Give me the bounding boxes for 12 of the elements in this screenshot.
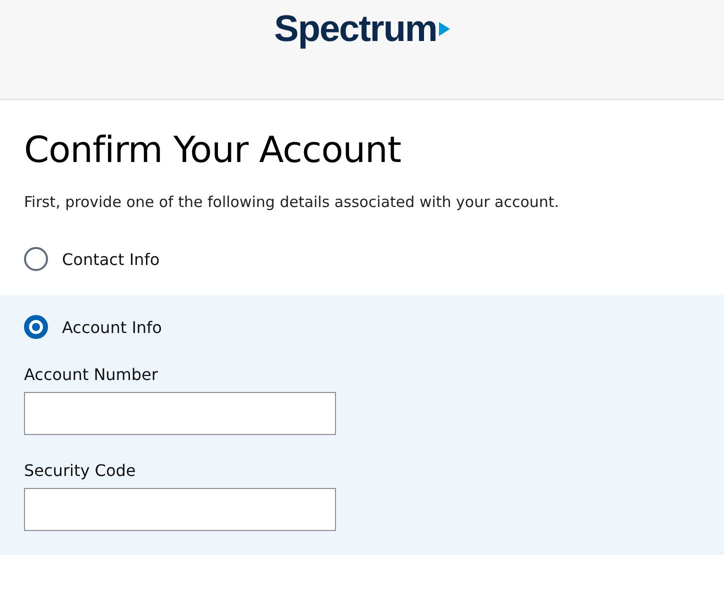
logo-text: Spectrum (274, 8, 437, 50)
field-label: Security Code (24, 461, 136, 480)
radio-button[interactable] (24, 247, 48, 271)
input-field[interactable] (24, 488, 336, 531)
page-title: Confirm Your Account (24, 130, 402, 171)
play-triangle-icon (438, 22, 450, 36)
field-label: Account Number (24, 365, 158, 384)
option-label[interactable]: Contact Info (62, 250, 160, 268)
radio-button[interactable] (24, 315, 48, 339)
option-label[interactable]: Account Info (62, 318, 162, 336)
input-field[interactable] (24, 392, 336, 435)
instructions-text: First, provide one of the following details associated with your account. (24, 193, 560, 211)
